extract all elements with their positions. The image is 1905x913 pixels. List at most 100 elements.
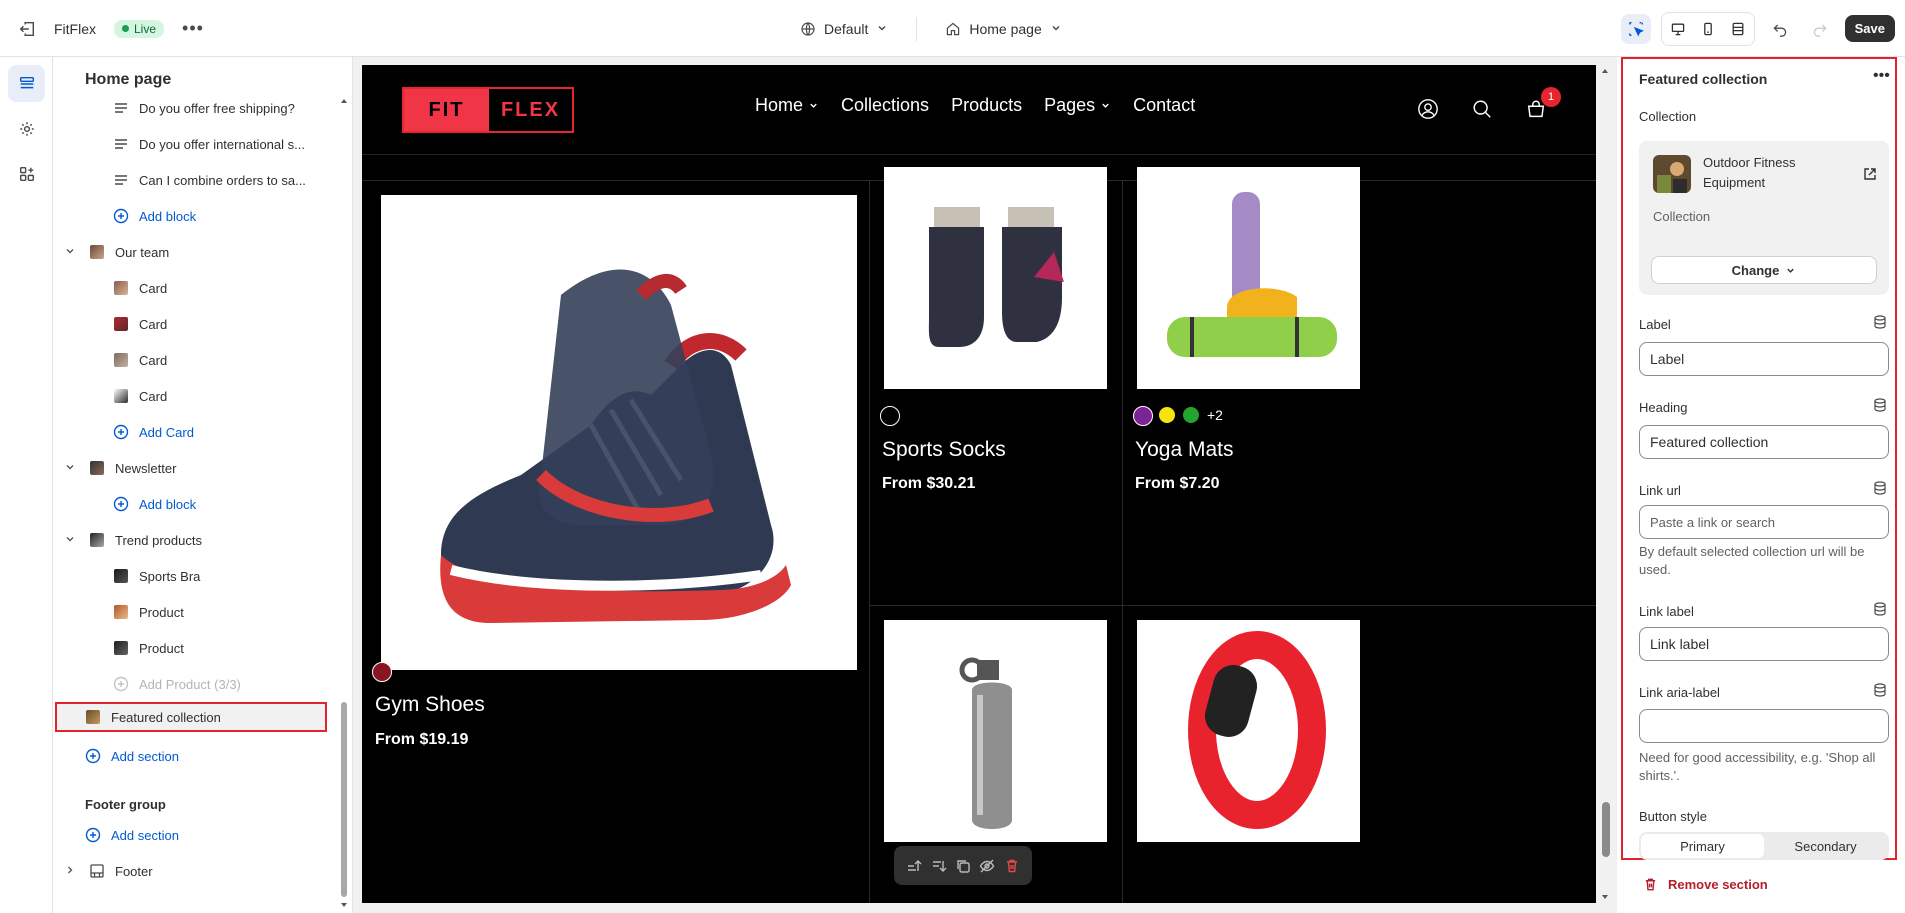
tree-item[interactable]: Do you offer international s... <box>113 129 305 159</box>
fullscreen-view-button[interactable] <box>1723 14 1753 44</box>
color-swatch[interactable] <box>880 406 900 426</box>
product-image-water-bottle[interactable] <box>884 620 1107 842</box>
change-collection-button[interactable]: Change <box>1651 256 1877 284</box>
tree-section-featured-collection[interactable]: Featured collection <box>55 702 327 732</box>
product-title[interactable]: Gym Shoes <box>375 693 485 717</box>
tree-item[interactable]: Product <box>113 633 184 663</box>
hide-icon[interactable] <box>979 858 995 874</box>
color-swatch[interactable] <box>1133 406 1153 426</box>
dynamic-source-icon[interactable] <box>1873 602 1887 616</box>
product-image-fitness-band[interactable] <box>1137 620 1360 842</box>
tree-item[interactable]: Card <box>113 345 167 375</box>
tree-section-newsletter[interactable]: Newsletter <box>66 453 176 483</box>
chevron-down-icon[interactable] <box>65 246 75 259</box>
dynamic-source-icon[interactable] <box>1873 315 1887 329</box>
nav-pages[interactable]: Pages <box>1044 95 1111 116</box>
heading-field-label: Heading <box>1639 400 1688 415</box>
top-bar-center: Default Home page <box>800 0 1062 57</box>
delete-icon[interactable] <box>1004 858 1020 874</box>
rail-apps[interactable] <box>8 155 45 192</box>
preview-scroll-thumb[interactable] <box>1602 802 1610 857</box>
collection-name[interactable]: Outdoor Fitness Equipment <box>1703 153 1853 193</box>
redo-button[interactable] <box>1805 14 1835 44</box>
tree-item-label: Do you offer international s... <box>139 136 305 152</box>
rail-settings[interactable] <box>8 110 45 147</box>
chevron-right-icon[interactable] <box>65 865 75 878</box>
heading-input[interactable]: Featured collection <box>1639 425 1889 459</box>
sidebar-scroll-thumb[interactable] <box>341 702 347 897</box>
trend-thumb-icon <box>89 532 105 548</box>
add-block-button[interactable]: Add block <box>113 489 196 519</box>
nav-collections[interactable]: Collections <box>841 95 929 116</box>
tree-item-label: Card <box>139 280 168 296</box>
theme-selector[interactable]: Default <box>800 21 888 37</box>
dynamic-source-icon[interactable] <box>1873 398 1887 412</box>
account-icon[interactable] <box>1417 98 1439 120</box>
external-link-icon[interactable] <box>1863 167 1877 181</box>
tree-item[interactable]: Card <box>113 381 167 411</box>
desktop-view-button[interactable] <box>1663 14 1693 44</box>
collection-thumbnail <box>1653 155 1691 193</box>
tree-item[interactable]: Do you offer free shipping? <box>113 93 295 123</box>
chevron-down-icon[interactable] <box>65 462 75 475</box>
fullscreen-icon <box>1732 22 1744 35</box>
move-up-icon[interactable] <box>906 858 922 874</box>
save-button[interactable]: Save <box>1844 15 1895 42</box>
link-url-input[interactable]: Paste a link or search <box>1639 505 1889 539</box>
tree-item[interactable]: Card <box>113 273 167 303</box>
inspector-button[interactable] <box>1620 13 1651 44</box>
label-input[interactable]: Label <box>1639 342 1889 376</box>
tree-item[interactable]: Can I combine orders to sa... <box>113 165 306 195</box>
add-card-button[interactable]: Add Card <box>113 417 194 447</box>
nav-products[interactable]: Products <box>951 95 1022 116</box>
plus-circle-icon <box>113 496 129 512</box>
tree-item[interactable]: Card <box>113 309 167 339</box>
dynamic-source-icon[interactable] <box>1873 683 1887 697</box>
footer-layout-icon <box>89 863 105 879</box>
chevron-down-icon[interactable] <box>65 534 75 547</box>
add-block-button[interactable]: Add block <box>113 201 196 231</box>
style-primary-option[interactable]: Primary <box>1641 834 1764 858</box>
product-image-sports-socks[interactable] <box>884 167 1107 389</box>
card-thumb-icon <box>113 280 129 296</box>
card-thumb-icon <box>113 388 129 404</box>
color-swatch[interactable] <box>1183 407 1199 423</box>
link-label-input[interactable]: Link label <box>1639 627 1889 661</box>
product-thumb-icon <box>113 640 129 656</box>
style-secondary-option[interactable]: Secondary <box>1764 834 1887 858</box>
more-icon[interactable]: ••• <box>182 18 204 39</box>
product-title[interactable]: Sports Socks <box>882 438 1006 462</box>
live-dot <box>122 25 129 32</box>
more-icon[interactable]: ••• <box>1873 67 1890 85</box>
remove-section-button[interactable]: Remove section <box>1643 877 1768 892</box>
tree-section-footer[interactable]: Footer <box>68 856 153 886</box>
move-down-icon[interactable] <box>931 858 947 874</box>
store-logo[interactable]: FIT FLEX <box>402 87 574 133</box>
product-image-gym-shoes[interactable] <box>381 195 857 670</box>
tree-section-trend-products[interactable]: Trend products <box>66 525 202 555</box>
add-footer-section-button[interactable]: Add section <box>85 820 179 850</box>
search-icon[interactable] <box>1471 98 1493 120</box>
tree-item[interactable]: Product <box>113 597 184 627</box>
mobile-view-button[interactable] <box>1693 14 1723 44</box>
product-title[interactable]: Yoga Mats <box>1135 438 1233 462</box>
product-image-yoga-mats[interactable] <box>1137 167 1360 389</box>
nav-home[interactable]: Home <box>755 95 819 116</box>
add-section-button[interactable]: Add section <box>85 741 179 771</box>
color-swatch[interactable] <box>1159 407 1175 423</box>
dynamic-source-icon[interactable] <box>1873 481 1887 495</box>
tree-section-our-team[interactable]: Our team <box>66 237 169 267</box>
tree-item[interactable]: Sports Bra <box>113 561 200 591</box>
desktop-icon <box>1671 23 1684 35</box>
page-selector[interactable]: Home page <box>945 21 1061 37</box>
exit-icon[interactable] <box>18 20 36 38</box>
preview-scrollbar[interactable] <box>1597 65 1613 903</box>
duplicate-icon[interactable] <box>955 858 971 874</box>
team-thumb-icon <box>89 244 105 260</box>
aria-label-input[interactable] <box>1639 709 1889 743</box>
nav-contact[interactable]: Contact <box>1133 95 1195 116</box>
rail-sections[interactable] <box>8 65 45 102</box>
color-swatch[interactable] <box>372 662 392 682</box>
undo-button[interactable] <box>1765 14 1795 44</box>
store-nav: Home Collections Products Pages Contact <box>755 95 1195 116</box>
